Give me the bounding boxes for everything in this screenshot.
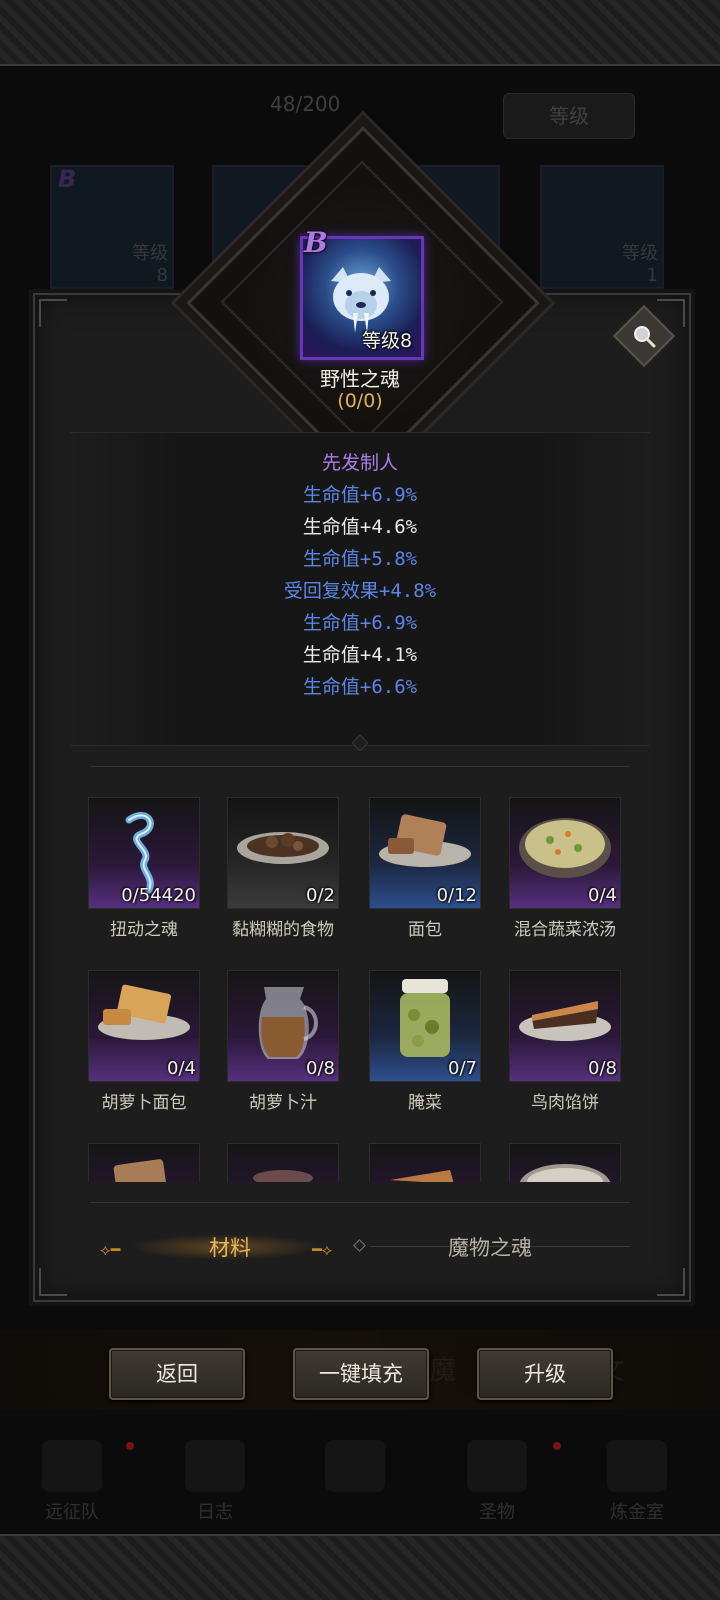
nav-tab-expedition: 远征队 [12, 1440, 132, 1524]
material-name: 胡萝卜面包 [101, 1093, 187, 1113]
attribute-line: 受回复效果+4.8% [283, 580, 437, 602]
material-count: 0/4 [167, 1058, 196, 1079]
soul-name: 野性之魂 [320, 367, 400, 391]
alchemy-icon [607, 1440, 667, 1492]
bg-category-text: 魔 [430, 1356, 457, 1386]
bg-bottom-nav: 远征队 日志 圣物 炼金室 [0, 1420, 720, 1530]
attribute-line: 生命值+4.6% [302, 516, 418, 538]
soul-level: 等级8 [362, 330, 413, 352]
bread-icon [113, 1159, 167, 1182]
material-count: 0/7 [448, 1058, 477, 1079]
pie-slice-icon [390, 1170, 454, 1182]
nav-tab-relics: 圣物 [437, 1440, 557, 1524]
attribute-line: 生命值+6.9% [302, 612, 418, 634]
material-count: 0/4 [588, 885, 617, 906]
bg-level-sort-button: 等级 [503, 93, 635, 139]
material-item[interactable]: 0/54420 扭动之魂 [70, 797, 219, 940]
material-item[interactable]: 0/2 黏糊糊的食物 [208, 797, 358, 940]
auto-fill-button[interactable]: 一键填充 [293, 1348, 429, 1400]
material-count: 0/8 [306, 1058, 335, 1079]
material-name: 面包 [408, 920, 442, 940]
nav-tab-souls [295, 1440, 415, 1498]
bg-card-level-label: 等级 [132, 243, 168, 264]
section-divider [90, 1202, 630, 1203]
tab-monster-soul[interactable]: 魔物之魂 [360, 1226, 640, 1266]
bg-notification-dot [553, 1442, 561, 1450]
helmet-icon [42, 1440, 102, 1492]
bg-soul-card: 等级1 [540, 165, 664, 289]
tab-materials-label: 材料 [209, 1236, 251, 1260]
material-item[interactable]: 0/8 鸟肉馅饼 [490, 970, 640, 1113]
bg-soul-counter: 48/200 [270, 92, 341, 116]
material-name: 扭动之魂 [110, 920, 178, 940]
material-item[interactable]: 0/8 胡萝卜汁 [208, 970, 358, 1113]
attribute-skill: 先发制人 [321, 452, 398, 474]
materials-grid: 0/54420 扭动之魂 0/2 黏糊糊的食物 0/12 面包 0/4 混合蔬菜… [70, 780, 650, 1182]
upgrade-button[interactable]: 升级 [477, 1348, 613, 1400]
material-item[interactable]: 0/4 胡萝卜面包 [70, 970, 219, 1113]
material-name: 黏糊糊的食物 [232, 920, 334, 940]
material-item[interactable]: 0/12 面包 [350, 797, 500, 940]
material-item[interactable] [208, 1143, 358, 1182]
material-name: 腌菜 [408, 1093, 442, 1113]
soul-rarity-badge: B [304, 226, 328, 259]
material-count: 0/8 [588, 1058, 617, 1079]
attribute-line: 生命值+6.9% [302, 484, 418, 506]
meat-icon [253, 1170, 313, 1182]
back-button[interactable]: 返回 [109, 1348, 245, 1400]
material-item[interactable]: 0/4 混合蔬菜浓汤 [490, 797, 640, 940]
material-count: 0/2 [306, 885, 335, 906]
bg-soul-card: B 等级 8 [50, 165, 174, 289]
material-count: 0/54420 [121, 885, 196, 906]
attribute-line: 生命值+5.8% [302, 548, 418, 570]
section-divider [90, 766, 630, 767]
material-name: 胡萝卜汁 [249, 1093, 317, 1113]
bg-notification-dot [126, 1442, 134, 1450]
bg-card-rarity: B [58, 165, 77, 193]
soup-bowl-icon [519, 1164, 611, 1182]
nav-tab-alchemy: 炼金室 [577, 1440, 697, 1524]
journal-icon [185, 1440, 245, 1492]
material-count: 0/12 [436, 885, 477, 906]
tab-materials[interactable]: ⟡━ ━⟡ 材料 [100, 1226, 350, 1266]
magnifier-icon [634, 326, 656, 348]
bottom-ornament-frame [0, 1534, 720, 1600]
nav-tab-journal: 日志 [155, 1440, 275, 1524]
soul-icon [325, 1440, 385, 1492]
material-name: 混合蔬菜浓汤 [514, 920, 616, 940]
material-item[interactable] [350, 1143, 500, 1182]
attribute-line: 生命值+6.6% [302, 676, 418, 698]
material-item[interactable] [70, 1143, 219, 1182]
bg-card-level: 8 [156, 265, 168, 286]
bg-card-level-label: 等级 [622, 243, 658, 264]
tab-monster-soul-label: 魔物之魂 [448, 1236, 532, 1260]
material-name: 鸟肉馅饼 [531, 1093, 599, 1113]
soul-count: (0/0) [337, 390, 383, 412]
bg-card-level: 1 [646, 265, 658, 286]
material-item[interactable] [490, 1143, 640, 1182]
attribute-line: 生命值+4.1% [302, 644, 418, 666]
material-item[interactable]: 0/7 腌菜 [350, 970, 500, 1113]
relic-icon [467, 1440, 527, 1492]
top-ornament-frame [0, 0, 720, 66]
